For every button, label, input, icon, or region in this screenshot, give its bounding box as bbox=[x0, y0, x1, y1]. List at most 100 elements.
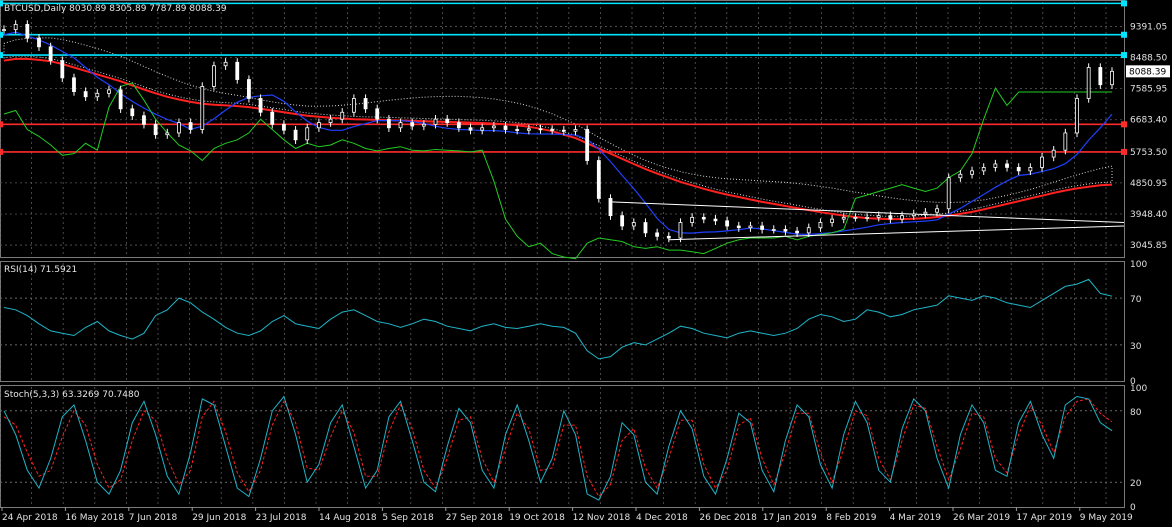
candle-body bbox=[270, 111, 275, 125]
candle-body bbox=[970, 170, 974, 175]
time-tick-label: 19 Oct 2018 bbox=[509, 513, 565, 523]
time-tick-label: 12 Nov 2018 bbox=[573, 513, 631, 523]
time-tick-label: 23 Jul 2018 bbox=[256, 513, 307, 523]
candle-body bbox=[282, 123, 286, 131]
candle-body bbox=[550, 129, 555, 131]
candle-body bbox=[258, 98, 263, 113]
stochastic-tick-label: 80 bbox=[1130, 408, 1142, 418]
candle-body bbox=[177, 122, 181, 134]
price-tick-label: 7585.95 bbox=[1130, 85, 1167, 95]
candle-body bbox=[666, 235, 671, 239]
candle-body bbox=[806, 227, 811, 234]
candle-body bbox=[946, 177, 951, 210]
candle-body bbox=[783, 229, 788, 232]
candle-body bbox=[830, 218, 834, 223]
time-tick-label: 4 Mar 2019 bbox=[890, 513, 942, 523]
candle-body bbox=[795, 230, 799, 234]
time-tick-label: 26 Dec 2018 bbox=[699, 513, 757, 523]
candle-body bbox=[165, 132, 170, 136]
time-tick-label: 27 Sep 2018 bbox=[446, 513, 503, 523]
level-handle-left bbox=[0, 148, 3, 155]
candle-body bbox=[142, 115, 146, 125]
candle-body bbox=[1040, 156, 1044, 168]
candle-body bbox=[375, 108, 380, 120]
level-handle-right bbox=[1121, 31, 1127, 38]
candle-body bbox=[1110, 70, 1114, 86]
candle-body bbox=[620, 215, 625, 227]
time-tick-label: 16 May 2018 bbox=[65, 513, 124, 523]
level-handle-left bbox=[0, 0, 3, 7]
candle-body bbox=[503, 125, 508, 130]
candle-body bbox=[293, 129, 298, 141]
candle-body bbox=[725, 220, 730, 227]
time-tick-label: 9 May 2019 bbox=[1080, 513, 1133, 523]
candle-body bbox=[538, 128, 543, 131]
candle-body bbox=[398, 122, 403, 129]
time-tick-label: 14 Aug 2018 bbox=[319, 513, 377, 523]
candle-body bbox=[701, 216, 706, 220]
candle-body bbox=[1005, 163, 1009, 168]
stochastic-tick-label: 0 bbox=[1130, 503, 1136, 513]
candle-body bbox=[760, 225, 765, 230]
time-tick-label: 8 Feb 2019 bbox=[826, 513, 877, 523]
candle-body bbox=[678, 222, 683, 239]
time-tick-label: 26 Mar 2019 bbox=[953, 513, 1010, 523]
candle-body bbox=[433, 118, 438, 125]
candle-body bbox=[445, 118, 450, 124]
candle-body bbox=[515, 129, 520, 131]
candle-body bbox=[911, 213, 916, 217]
level-handle-right bbox=[1121, 121, 1127, 128]
candle-body bbox=[200, 86, 205, 130]
time-tick-label: 17 Jan 2019 bbox=[763, 513, 817, 523]
candle-body bbox=[223, 61, 228, 67]
price-tick-label: 8488.50 bbox=[1130, 54, 1167, 64]
stochastic-tick-label: 20 bbox=[1130, 479, 1142, 489]
time-tick-label: 29 Jun 2018 bbox=[192, 513, 246, 523]
candle-body bbox=[771, 229, 776, 231]
candle-body bbox=[1028, 167, 1033, 172]
candle-body bbox=[888, 215, 893, 220]
candle-body bbox=[491, 125, 496, 129]
candle-body bbox=[37, 37, 41, 48]
rsi-tick-label: 70 bbox=[1130, 295, 1142, 305]
candle-body bbox=[340, 111, 345, 120]
candle-body bbox=[748, 225, 753, 229]
rsi-tick-label: 100 bbox=[1130, 260, 1147, 270]
candle-body bbox=[690, 216, 695, 223]
trading-chart[interactable]: BTCUSD,Daily 8030.89 8305.89 7787.89 808… bbox=[0, 0, 1172, 527]
candle-body bbox=[1016, 167, 1021, 172]
level-handle-right bbox=[1121, 148, 1127, 155]
candle-body bbox=[736, 225, 741, 229]
candle-body bbox=[526, 128, 531, 131]
candle-body bbox=[13, 23, 18, 30]
candle-body bbox=[386, 118, 391, 129]
time-tick-label: 24 Apr 2018 bbox=[2, 513, 58, 523]
price-tick-label: 3045.85 bbox=[1130, 241, 1167, 251]
candle-body bbox=[456, 122, 461, 129]
candle-body bbox=[958, 173, 963, 179]
level-handle-left bbox=[0, 52, 3, 59]
rsi-tick-label: 30 bbox=[1130, 342, 1142, 352]
candle-body bbox=[573, 129, 578, 132]
level-handle-right bbox=[1121, 52, 1127, 59]
rsi-title: RSI(14) 71.5921 bbox=[4, 265, 77, 275]
candle-body bbox=[410, 122, 415, 127]
candle-body bbox=[643, 222, 648, 234]
candle-body bbox=[83, 91, 88, 98]
candle-body bbox=[212, 65, 216, 87]
candle-body bbox=[363, 98, 368, 110]
candle-body bbox=[713, 218, 718, 222]
candle-body bbox=[585, 129, 590, 161]
candle-body bbox=[865, 216, 869, 219]
candle-body bbox=[596, 160, 601, 199]
candle-body bbox=[235, 61, 240, 80]
time-tick-label: 4 Dec 2018 bbox=[636, 513, 688, 523]
candle-body bbox=[351, 98, 356, 113]
stochastic-tick-label: 100 bbox=[1130, 384, 1147, 394]
candle-body bbox=[480, 127, 485, 131]
candle-body bbox=[328, 118, 333, 124]
candle-body bbox=[95, 92, 100, 98]
candle-body bbox=[853, 216, 858, 219]
price-tick-label: 5753.50 bbox=[1130, 148, 1167, 158]
candle-body bbox=[25, 23, 30, 39]
